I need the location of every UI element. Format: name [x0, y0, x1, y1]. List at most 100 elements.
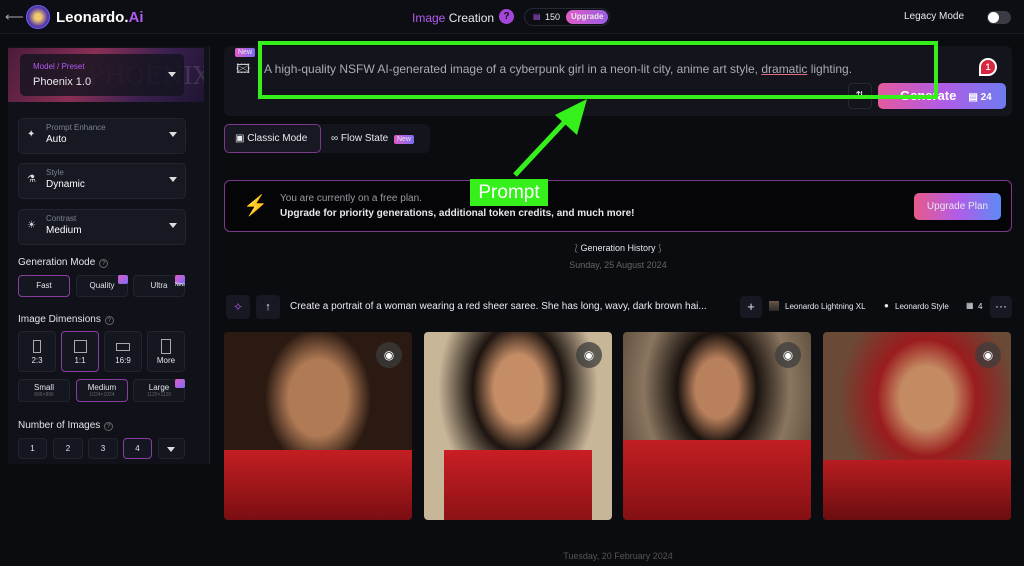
new-badge: New	[235, 48, 256, 57]
history-model: Leonardo Lightning XL	[785, 302, 866, 311]
sparkle-icon: ✦	[27, 129, 36, 140]
mode-quality-label: Quality	[89, 281, 115, 290]
lightning-icon: ⚡	[243, 195, 268, 217]
ratio-16-9[interactable]: 16:9	[104, 331, 142, 372]
token-icon: ▤	[533, 12, 541, 21]
banner-line1: You are currently on a free plan.	[280, 193, 422, 204]
eye-icon[interactable]: ◉	[376, 342, 402, 368]
generated-image[interactable]: ◉	[224, 332, 412, 520]
size-large[interactable]: Large 1120×1120	[133, 379, 185, 402]
help-icon[interactable]: ?	[104, 316, 114, 325]
mode-ultra-label: Ultra	[150, 281, 168, 290]
flask-icon: ⚗	[27, 174, 36, 185]
size-name: Medium	[87, 383, 117, 392]
size-medium[interactable]: Medium 1024×1024	[76, 379, 128, 402]
ratio-1-1[interactable]: 1:1	[61, 331, 99, 372]
landscape-icon	[116, 343, 130, 351]
legacy-mode-label: Legacy Mode	[904, 11, 965, 22]
chevron-down-icon	[169, 223, 177, 228]
notification-badge[interactable]: 1	[979, 58, 997, 76]
more-options-icon[interactable]: ···	[990, 296, 1012, 318]
mode-fast[interactable]: Fast	[18, 275, 70, 297]
tab-label: Flow State	[340, 133, 389, 144]
upgrade-button[interactable]: Upgrade	[566, 10, 609, 24]
brand[interactable]: Leonardo.Ai	[56, 9, 144, 26]
tab-flow-state[interactable]: ∞ Flow State New	[331, 124, 414, 153]
generated-image[interactable]: ◉	[424, 332, 612, 520]
brand-text: Leonardo.	[56, 9, 129, 26]
num-images-4[interactable]: 4	[123, 438, 152, 459]
model-select[interactable]: Model / Preset Phoenix 1.0	[20, 54, 184, 96]
image-prompt-icon[interactable]: 🖾	[236, 60, 250, 82]
add-icon[interactable]: +	[740, 296, 762, 318]
sun-icon: ☀	[27, 220, 36, 231]
style-value: Dynamic	[46, 179, 85, 190]
size-px: 1120×1120	[146, 392, 172, 398]
history-style: Leonardo Style	[895, 302, 949, 311]
eye-icon[interactable]: ◉	[775, 342, 801, 368]
mode-tabs: ▣ Classic Mode ∞ Flow State New	[224, 124, 430, 153]
size-small[interactable]: Small 896×896	[18, 379, 70, 402]
prompt-enhance-label: Prompt Enhance	[46, 123, 106, 132]
new-badge: New	[393, 135, 414, 144]
banner-line2: Upgrade for priority generations, additi…	[280, 208, 635, 219]
eye-icon[interactable]: ◉	[576, 342, 602, 368]
upgrade-plan-button[interactable]: Upgrade Plan	[914, 193, 1001, 220]
style-drop-icon: ●	[884, 301, 889, 310]
premium-gem-icon	[175, 379, 185, 388]
chevron-down-icon	[167, 447, 175, 452]
token-count: 150	[545, 12, 561, 22]
prompt-highlight-box	[258, 41, 938, 99]
size-px: 1024×1024	[89, 392, 115, 398]
number-of-images-heading: Number of Images?	[18, 420, 114, 431]
history-prompt[interactable]: Create a portrait of a woman wearing a r…	[290, 301, 707, 312]
contrast-label: Contrast	[46, 214, 77, 223]
new-badge: New	[175, 275, 185, 288]
generated-image[interactable]: ◉	[823, 332, 1011, 520]
images-icon: ▦	[966, 301, 974, 310]
num-images-1[interactable]: 1	[18, 438, 47, 459]
portrait-icon	[33, 340, 41, 353]
eye-icon[interactable]: ◉	[975, 342, 1001, 368]
num-images-3[interactable]: 3	[88, 438, 118, 459]
number-of-images-title: Number of Images	[18, 420, 101, 431]
brand-ai: Ai	[128, 9, 144, 26]
back-icon[interactable]: ⟵	[5, 9, 24, 25]
mode-ultra[interactable]: Ultra New	[133, 275, 185, 297]
square-icon	[73, 340, 87, 353]
contrast-value: Medium	[46, 225, 82, 236]
model-banner: PHOENIX Model / Preset Phoenix 1.0	[8, 48, 204, 102]
premium-gem-icon	[118, 275, 128, 284]
ratio-label: 16:9	[115, 356, 131, 365]
top-bar: ⟵ Leonardo.Ai Image Creation ? ▤ 150 Upg…	[0, 0, 1024, 34]
magic-wand-icon[interactable]: ✧	[226, 295, 250, 319]
ratio-2-3[interactable]: 2:3	[18, 331, 56, 372]
model-thumbnail	[769, 301, 779, 311]
size-px: 896×896	[34, 392, 54, 398]
ratio-more[interactable]: More	[147, 331, 185, 372]
help-icon[interactable]: ?	[104, 422, 114, 431]
style-select[interactable]: ⚗ Style Dynamic	[18, 163, 186, 199]
ratio-label: More	[156, 356, 176, 365]
token-icon: ▤	[968, 92, 981, 103]
help-button[interactable]: ?	[499, 9, 514, 24]
prompt-enhance-value: Auto	[46, 134, 67, 145]
chevron-down-icon	[168, 72, 176, 77]
history-title: Generation History	[580, 243, 656, 253]
num-images-more[interactable]	[158, 438, 185, 459]
model-label: Model / Preset	[33, 62, 85, 71]
prompt-enhance-select[interactable]: ✦ Prompt Enhance Auto	[18, 118, 186, 154]
title-text: Creation	[448, 11, 495, 25]
num-images-2[interactable]: 2	[53, 438, 83, 459]
sidebar: PHOENIX Model / Preset Phoenix 1.0 ✦ Prom…	[8, 46, 210, 464]
contrast-select[interactable]: ☀ Contrast Medium	[18, 209, 186, 245]
tab-label: Classic Mode	[247, 133, 308, 144]
mode-quality[interactable]: Quality	[76, 275, 128, 297]
chevron-down-icon	[169, 132, 177, 137]
image-dimensions-title: Image Dimensions	[18, 314, 101, 325]
reuse-prompt-icon[interactable]: ↑	[256, 295, 280, 319]
generated-image[interactable]: ◉	[623, 332, 811, 520]
generate-cost: 24	[980, 92, 992, 103]
legacy-mode-toggle[interactable]	[987, 11, 1011, 24]
tab-classic-mode[interactable]: ▣ Classic Mode	[224, 124, 321, 153]
